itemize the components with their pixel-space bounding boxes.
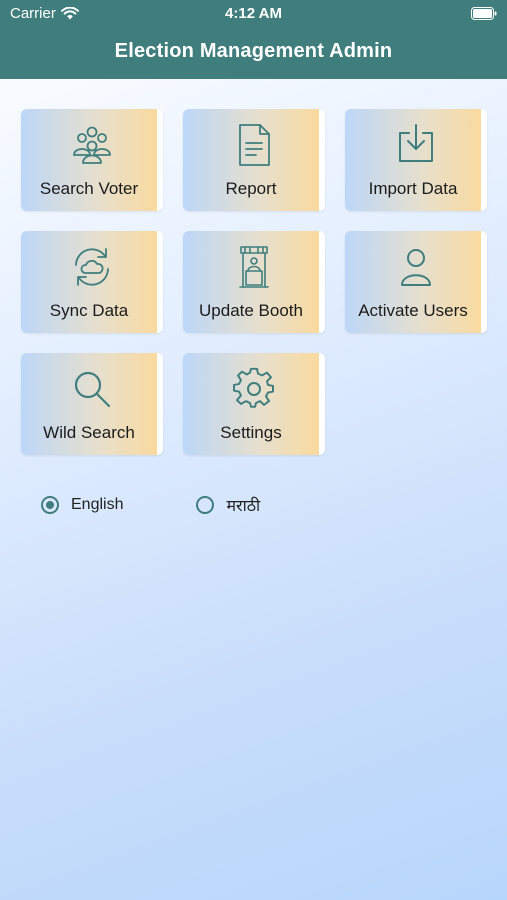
gear-icon [232, 367, 276, 411]
status-time: 4:12 AM [225, 5, 282, 22]
tile-report[interactable]: Report [183, 109, 325, 211]
tile-activate-users[interactable]: Activate Users [345, 231, 487, 333]
page-title: Election Management Admin [114, 40, 393, 62]
tile-label: Activate Users [358, 301, 468, 320]
tile-label: Report [225, 179, 277, 198]
language-option-marathi[interactable]: मराठी [196, 494, 260, 516]
cloud-sync-icon [70, 245, 114, 289]
language-label-marathi: मराठी [226, 498, 261, 515]
tile-import-data[interactable]: Import Data [345, 109, 487, 211]
language-selector: English मराठी [41, 494, 260, 516]
tile-label: Settings [220, 423, 282, 442]
app-header: Carrier 4:12 AM Election Management Admi… [0, 0, 507, 79]
tile-update-booth[interactable]: Update Booth [183, 231, 325, 333]
status-bar: Carrier 4:12 AM [0, 0, 507, 28]
people-group-icon [70, 123, 114, 167]
tile-wild-search[interactable]: Wild Search [21, 353, 163, 455]
tile-label: Wild Search [43, 423, 135, 442]
radio-selected-icon[interactable] [41, 496, 59, 514]
tile-label: Sync Data [49, 301, 129, 320]
tile-label: Search Voter [39, 179, 139, 198]
language-option-english[interactable]: English [41, 494, 123, 516]
language-label-english: English [71, 496, 124, 513]
tile-settings[interactable]: Settings [183, 353, 325, 455]
tile-search-voter[interactable]: Search Voter [21, 109, 163, 211]
search-icon [70, 367, 114, 411]
document-icon [232, 123, 276, 167]
user-icon [394, 245, 438, 289]
tile-label: Import Data [368, 179, 458, 198]
tile-sync-data[interactable]: Sync Data [21, 231, 163, 333]
booth-icon [232, 245, 276, 289]
radio-unselected-icon[interactable] [196, 496, 215, 514]
battery-icon [471, 7, 497, 20]
download-icon [394, 123, 438, 167]
tile-label: Update Booth [199, 301, 303, 320]
